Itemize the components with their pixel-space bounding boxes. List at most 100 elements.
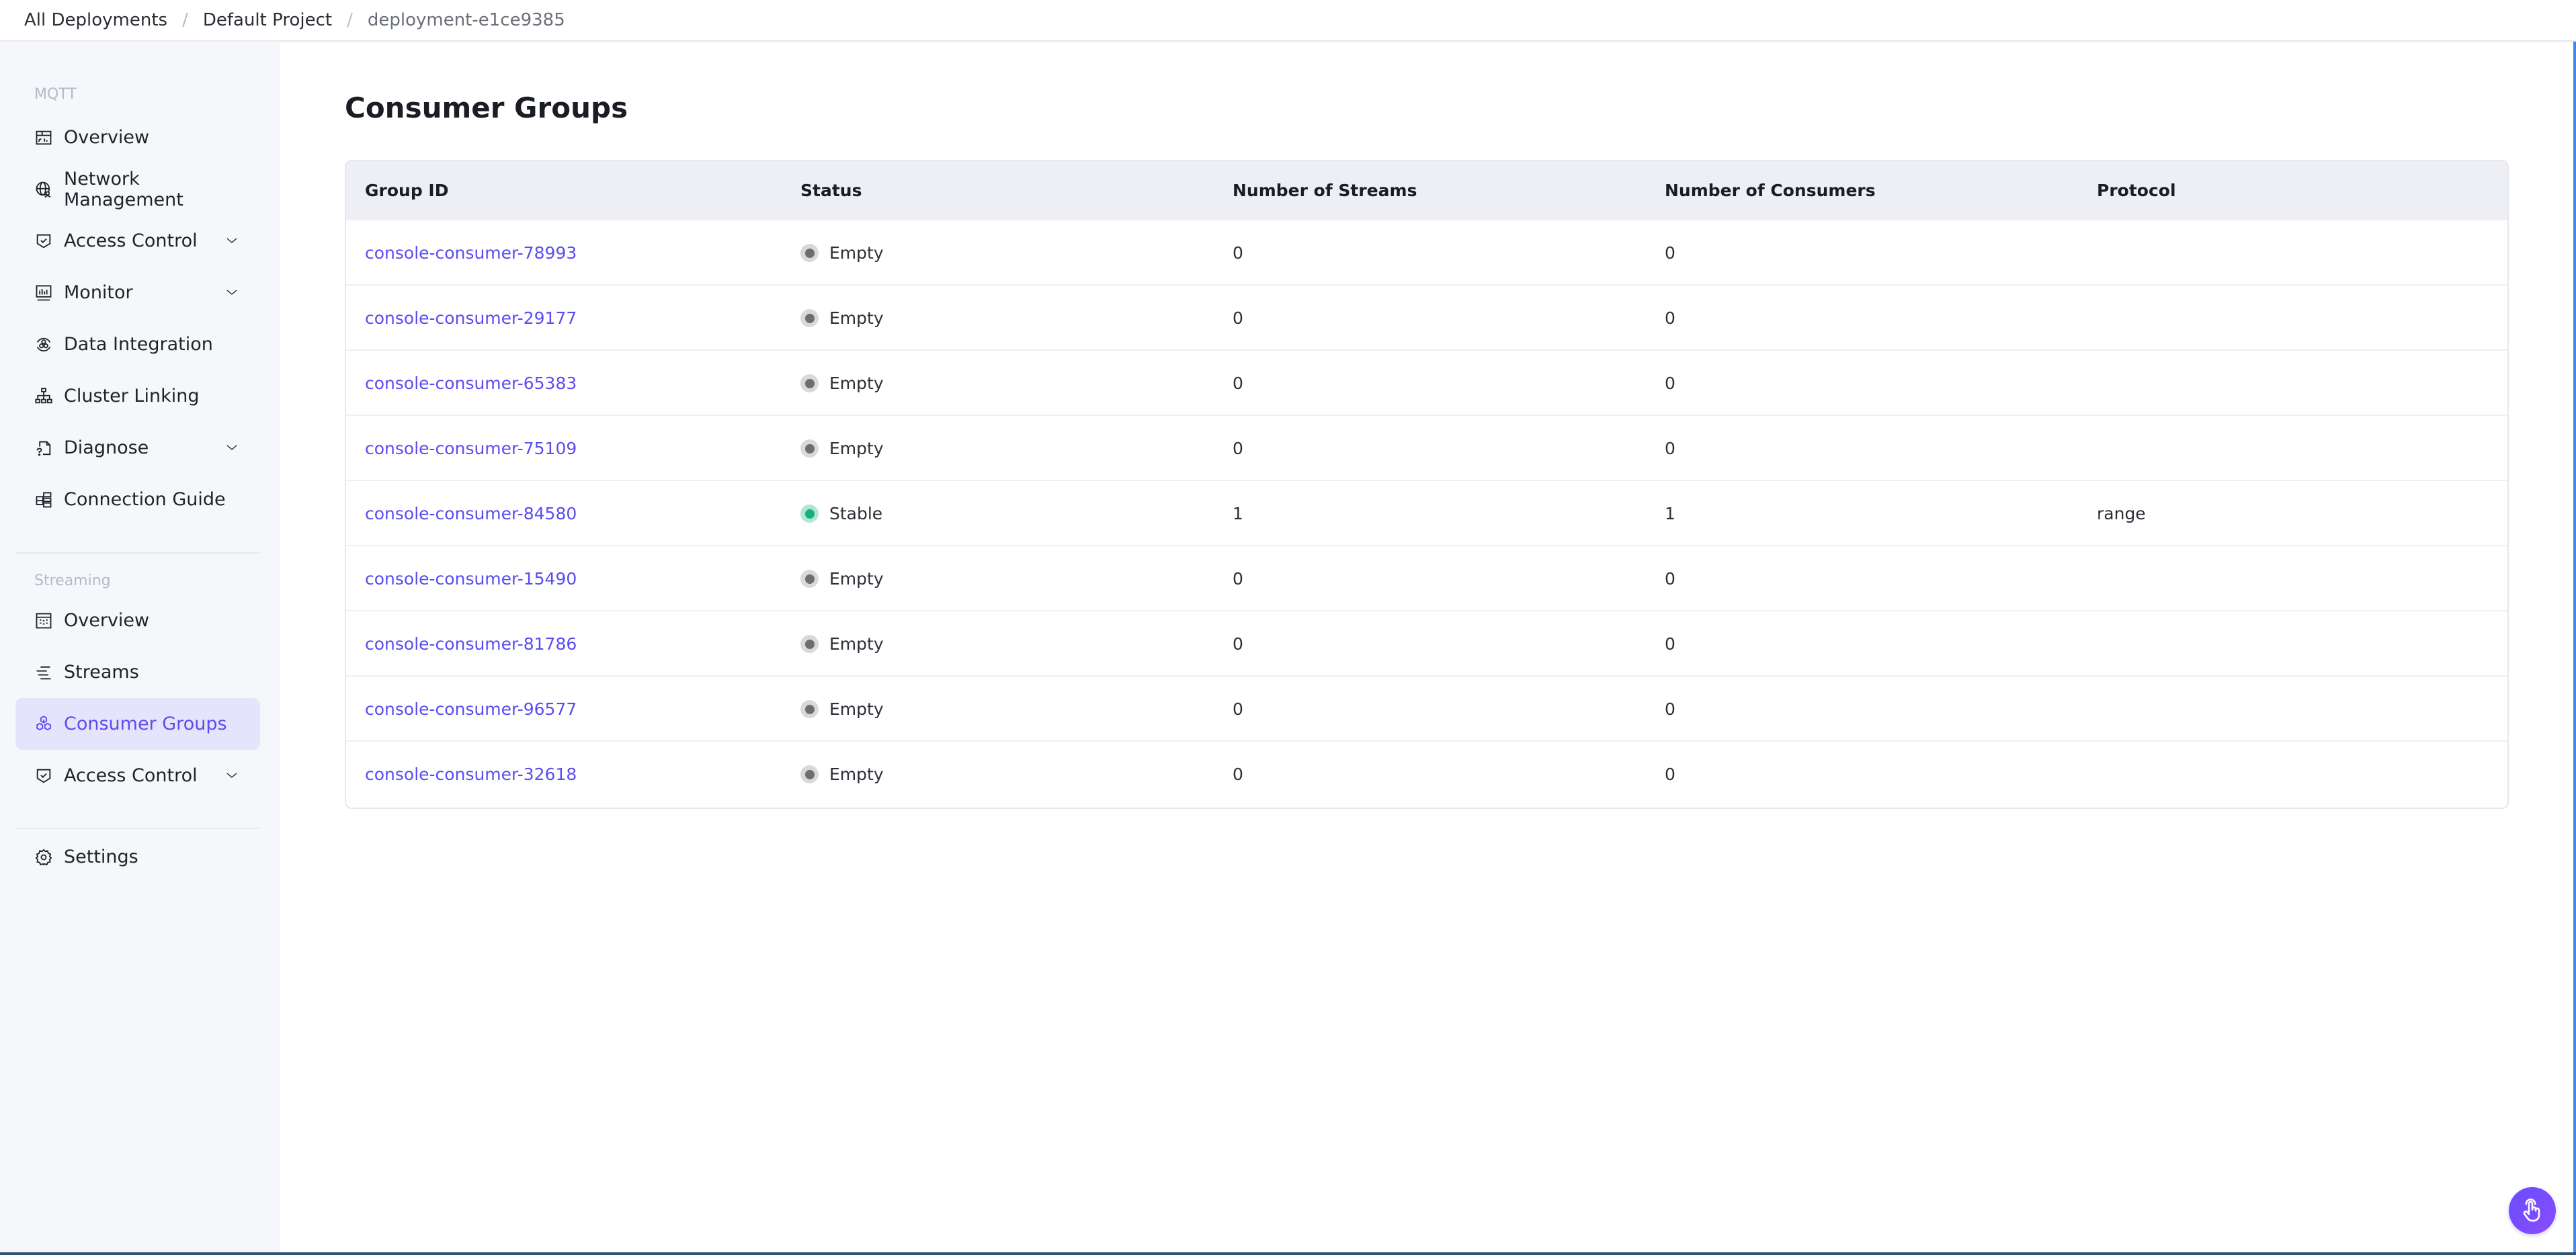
- chevron-down-icon: [226, 773, 237, 778]
- stream-count: 1: [1233, 504, 1243, 523]
- status-badge: Empty: [800, 546, 884, 611]
- sidebar-item-network-management[interactable]: Network Management: [15, 163, 260, 215]
- status-badge: Empty: [800, 611, 884, 677]
- table-header: Group ID Status Number of Streams Number…: [346, 161, 2507, 220]
- consumer-count: 0: [1665, 765, 1675, 784]
- window-edge-bottom: [0, 1252, 2576, 1255]
- table-row: console-consumer-81786 Empty 0 0: [346, 611, 2507, 677]
- sidebar-item-connection-guide[interactable]: Connection Guide: [15, 474, 260, 525]
- connection-guide-icon: [34, 490, 53, 509]
- shield-check-icon: [34, 767, 53, 785]
- group-id-link[interactable]: console-consumer-65383: [365, 351, 577, 416]
- status-dot-icon: [800, 244, 819, 262]
- breadcrumb-all-deployments[interactable]: All Deployments: [24, 10, 167, 30]
- group-id-link[interactable]: console-consumer-29177: [365, 286, 577, 351]
- group-id-link[interactable]: console-consumer-15490: [365, 546, 577, 611]
- group-id-link[interactable]: console-consumer-75109: [365, 416, 577, 481]
- sidebar-item-label: Diagnose: [64, 437, 149, 458]
- section-label-mqtt: MQTT: [34, 86, 77, 103]
- stream-count: 0: [1233, 243, 1243, 263]
- status-text: Empty: [829, 308, 884, 328]
- sidebar-item-mqtt-access-control[interactable]: Access Control: [15, 215, 260, 267]
- sidebar-item-consumer-groups[interactable]: Consumer Groups: [15, 698, 260, 750]
- status-badge: Empty: [800, 286, 884, 351]
- consumer-groups-table: Group ID Status Number of Streams Number…: [345, 160, 2509, 809]
- status-badge: Empty: [800, 351, 884, 416]
- column-header-consumers[interactable]: Number of Consumers: [1665, 161, 1876, 220]
- sidebar-item-diagnose[interactable]: Diagnose: [15, 422, 260, 474]
- gear-icon: [34, 848, 53, 867]
- group-id-link[interactable]: console-consumer-84580: [365, 481, 577, 546]
- table-row: console-consumer-29177 Empty 0 0: [346, 286, 2507, 351]
- data-integration-icon: [34, 335, 53, 354]
- breadcrumb-separator: /: [182, 10, 188, 30]
- protocol-value: range: [2097, 504, 2146, 523]
- breadcrumb-separator: /: [347, 10, 353, 30]
- status-dot-icon: [800, 635, 819, 653]
- status-dot-icon: [800, 309, 819, 327]
- page-title: Consumer Groups: [345, 91, 628, 124]
- column-header-group-id[interactable]: Group ID: [365, 161, 448, 220]
- sidebar-item-mqtt-overview[interactable]: Overview: [15, 112, 260, 163]
- sidebar-item-label: Monitor: [64, 282, 133, 303]
- status-badge: Empty: [800, 220, 884, 286]
- hand-pointer-icon: [2523, 1199, 2540, 1222]
- consumer-count: 0: [1665, 699, 1675, 719]
- column-header-streams[interactable]: Number of Streams: [1233, 161, 1417, 220]
- status-text: Empty: [829, 439, 884, 458]
- table-row: console-consumer-78993 Empty 0 0: [346, 220, 2507, 286]
- table-row: console-consumer-15490 Empty 0 0: [346, 546, 2507, 611]
- sidebar-item-label: Cluster Linking: [64, 386, 200, 406]
- status-text: Empty: [829, 569, 884, 589]
- sidebar-item-streaming-overview[interactable]: Overview: [15, 595, 260, 646]
- sidebar-item-monitor[interactable]: Monitor: [15, 267, 260, 318]
- stream-count: 0: [1233, 699, 1243, 719]
- group-id-link[interactable]: console-consumer-81786: [365, 611, 577, 677]
- consumer-count: 0: [1665, 308, 1675, 328]
- status-badge: Empty: [800, 742, 884, 807]
- status-dot-icon: [800, 765, 819, 783]
- table-row: console-consumer-65383 Empty 0 0: [346, 351, 2507, 416]
- status-text: Empty: [829, 243, 884, 263]
- sidebar-item-streaming-access-control[interactable]: Access Control: [15, 750, 260, 802]
- stream-count: 0: [1233, 374, 1243, 393]
- table-row: console-consumer-84580 Stable 1 1 range: [346, 481, 2507, 546]
- cubes-icon: [34, 715, 53, 734]
- window-edge-right: [2573, 0, 2576, 1255]
- group-id-link[interactable]: console-consumer-32618: [365, 742, 577, 807]
- monitor-chart-icon: [34, 284, 53, 302]
- column-header-status[interactable]: Status: [800, 161, 862, 220]
- consumer-count: 0: [1665, 569, 1675, 589]
- sidebar-item-label: Data Integration: [64, 334, 213, 355]
- chevron-down-icon: [226, 445, 237, 450]
- consumer-count: 0: [1665, 634, 1675, 654]
- status-dot-icon: [800, 700, 819, 718]
- sidebar-item-label: Overview: [64, 610, 150, 631]
- status-text: Empty: [829, 765, 884, 784]
- sidebar-divider: [15, 552, 260, 554]
- sidebar-item-label: Network Management: [64, 168, 183, 210]
- status-badge: Stable: [800, 481, 882, 546]
- diagnose-file-icon: [34, 439, 53, 458]
- sidebar-item-streams[interactable]: Streams: [15, 646, 260, 698]
- group-id-link[interactable]: console-consumer-78993: [365, 220, 577, 286]
- breadcrumb-default-project[interactable]: Default Project: [203, 10, 332, 30]
- consumer-count: 1: [1665, 504, 1675, 523]
- status-dot-icon: [800, 439, 819, 458]
- status-dot-icon: [800, 570, 819, 588]
- assistant-button[interactable]: [2509, 1187, 2556, 1234]
- sidebar-item-cluster-linking[interactable]: Cluster Linking: [15, 370, 260, 422]
- sidebar-item-data-integration[interactable]: Data Integration: [15, 318, 260, 370]
- stream-count: 0: [1233, 765, 1243, 784]
- group-id-link[interactable]: console-consumer-96577: [365, 677, 577, 742]
- sidebar-item-settings[interactable]: Settings: [15, 831, 260, 883]
- dashboard-icon: [34, 128, 53, 147]
- status-dot-icon: [800, 505, 819, 523]
- status-text: Stable: [829, 504, 883, 523]
- sidebar-item-label: Overview: [64, 127, 150, 148]
- stream-count: 0: [1233, 569, 1243, 589]
- chevron-down-icon: [226, 290, 237, 295]
- network-globe-icon: [34, 180, 53, 199]
- status-text: Empty: [829, 374, 884, 393]
- column-header-protocol[interactable]: Protocol: [2097, 161, 2176, 220]
